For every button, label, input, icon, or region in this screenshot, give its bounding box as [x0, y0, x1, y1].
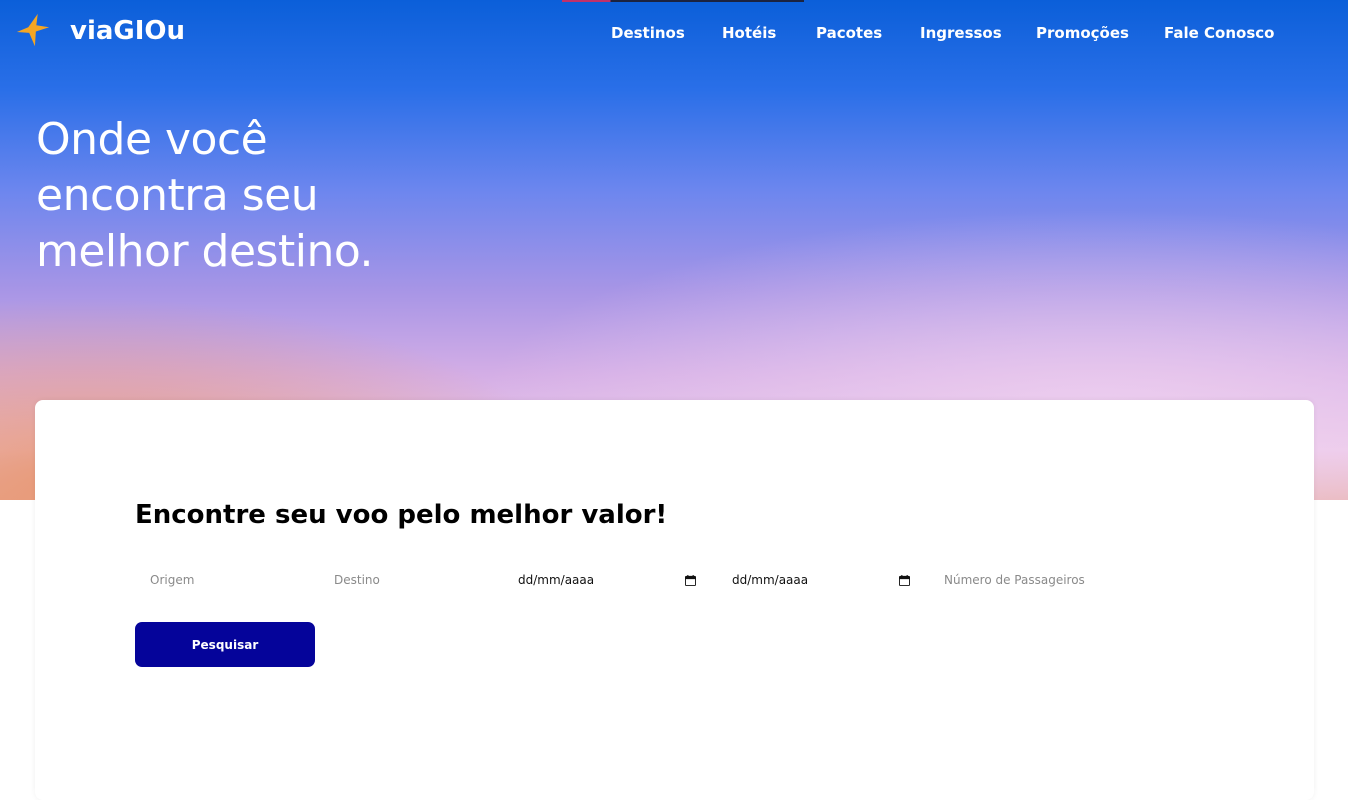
main-nav: Destinos Hotéis Pacotes Ingressos Promoç… — [0, 24, 1348, 46]
calendar-icon[interactable] — [899, 574, 910, 586]
departure-date-value: dd/mm/aaaa — [518, 573, 595, 587]
nav-item-hoteis[interactable]: Hotéis — [722, 24, 776, 42]
nav-item-pacotes[interactable]: Pacotes — [816, 24, 882, 42]
hero-headline: Onde você encontra seu melhor destino. — [36, 114, 373, 277]
search-title: Encontre seu voo pelo melhor valor! — [135, 500, 668, 530]
nav-item-promocoes[interactable]: Promoções — [1036, 24, 1129, 42]
origin-input[interactable] — [150, 568, 310, 592]
return-date-input[interactable]: dd/mm/aaaa — [732, 568, 910, 592]
nav-item-ingressos[interactable]: Ingressos — [920, 24, 1002, 42]
departure-date-input[interactable]: dd/mm/aaaa — [518, 568, 696, 592]
destination-input[interactable] — [334, 568, 494, 592]
search-button[interactable]: Pesquisar — [135, 622, 315, 667]
nav-item-fale-conosco[interactable]: Fale Conosco — [1164, 24, 1274, 42]
top-accent-bar — [562, 0, 804, 2]
calendar-icon[interactable] — [685, 574, 696, 586]
flight-search-card: Encontre seu voo pelo melhor valor! dd/m… — [35, 400, 1314, 800]
passengers-input[interactable] — [944, 568, 1144, 592]
return-date-value: dd/mm/aaaa — [732, 573, 809, 587]
nav-item-destinos[interactable]: Destinos — [611, 24, 685, 42]
